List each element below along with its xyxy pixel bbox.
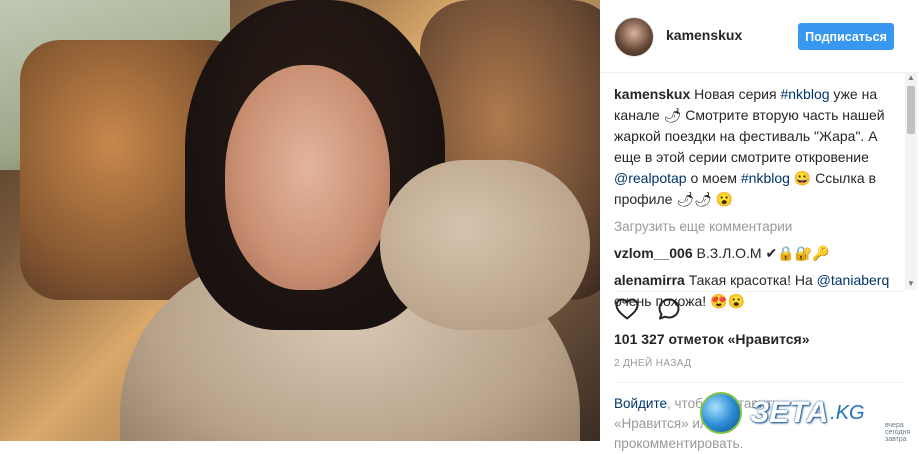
post-actions: [614, 296, 682, 322]
comment-item: vzlom__006 В.З.Л.О.М ✔🔒🔐🔑: [614, 243, 904, 264]
photo-face: [225, 65, 390, 290]
login-link[interactable]: Войдите: [614, 396, 667, 411]
caption-text-1: Новая серия: [690, 86, 781, 102]
scroll-up-arrow-icon[interactable]: ▲: [905, 72, 917, 84]
post-sidebar: kamenskux Подписаться kamenskux Новая се…: [600, 0, 919, 451]
watermark-brand: ЗЕТА: [750, 396, 829, 429]
divider: [614, 291, 904, 292]
comment-username[interactable]: alenamirra: [614, 272, 685, 288]
mention-link[interactable]: @taniaberq: [817, 272, 890, 288]
watermark-tld: .KG: [830, 401, 865, 424]
likes-count[interactable]: 101 327 отметок «Нравится»: [614, 331, 810, 347]
caption-username[interactable]: kamenskux: [614, 86, 690, 102]
post-timestamp[interactable]: 2 ДНЕЙ НАЗАД: [614, 358, 691, 369]
load-more-comments[interactable]: Загрузить еще комментарии: [614, 216, 904, 237]
comment-text: В.З.Л.О.М ✔🔒🔐🔑: [692, 245, 830, 261]
header-username[interactable]: kamenskux: [666, 27, 742, 43]
avatar[interactable]: [614, 17, 654, 57]
caption: kamenskux Новая серия #nkblog уже на кан…: [614, 84, 904, 210]
hashtag-link[interactable]: #nkblog: [741, 170, 790, 186]
watermark: ЗЕТА .KG вчера сегодня завтра: [700, 390, 915, 443]
globe-logo-icon: [700, 392, 742, 434]
scroll-thumb[interactable]: [907, 86, 915, 134]
follow-button[interactable]: Подписаться: [798, 23, 894, 50]
heart-icon[interactable]: [614, 296, 640, 322]
comments-scrollbar[interactable]: ▲ ▼: [905, 72, 917, 290]
caption-text-3: о моем: [686, 170, 741, 186]
watermark-tagline: вчера сегодня завтра: [885, 422, 911, 443]
post-header: kamenskux Подписаться: [600, 0, 919, 73]
divider: [614, 382, 904, 383]
comment-icon[interactable]: [656, 296, 682, 322]
post-photo[interactable]: [0, 0, 600, 441]
scroll-down-arrow-icon[interactable]: ▼: [905, 278, 917, 290]
comment-username[interactable]: vzlom__006: [614, 245, 693, 261]
hashtag-link[interactable]: #nkblog: [780, 86, 829, 102]
photo-arm: [380, 160, 590, 330]
comment-text: Такая красотка! На: [684, 272, 817, 288]
comments-list: kamenskux Новая серия #nkblog уже на кан…: [614, 84, 904, 312]
mention-link[interactable]: @realpotap: [614, 170, 687, 186]
